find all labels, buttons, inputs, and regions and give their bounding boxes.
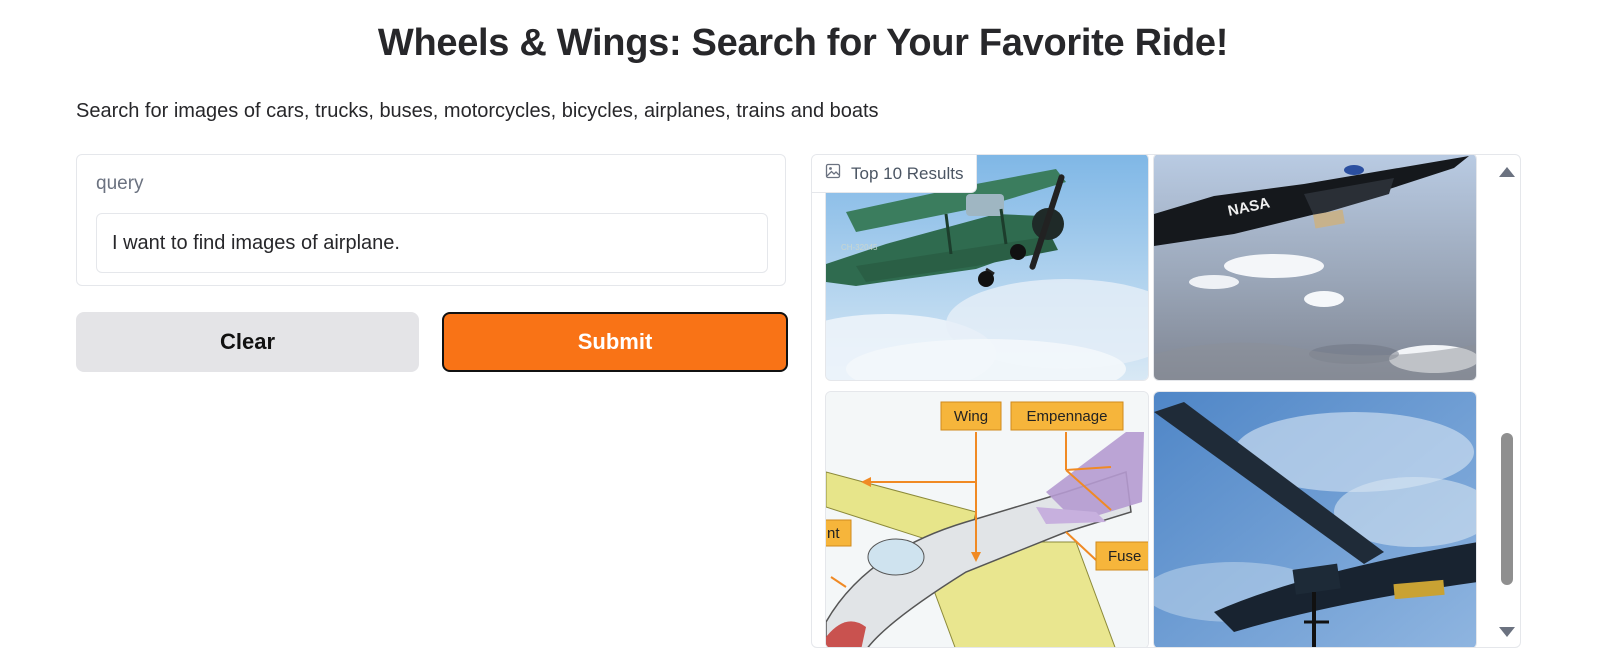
gallery-scrollbar[interactable] <box>1494 155 1520 647</box>
scroll-up-arrow-icon[interactable] <box>1499 167 1515 177</box>
gallery-label: Top 10 Results <box>812 155 978 193</box>
diagram-label-empennage: Empennage <box>1027 408 1108 425</box>
query-input[interactable] <box>96 213 768 273</box>
query-label: query <box>96 173 144 194</box>
gallery-image-drone[interactable] <box>1153 391 1477 647</box>
scroll-down-arrow-icon[interactable] <box>1499 627 1515 637</box>
gallery-label-text: Top 10 Results <box>851 163 964 183</box>
diagram-label-wing: Wing <box>954 408 988 425</box>
gallery-image-nasa-aircraft[interactable]: NASA <box>1153 155 1477 381</box>
page-subtitle: Search for images of cars, trucks, buses… <box>76 100 879 122</box>
diagram-label-fuse: Fuse <box>1108 548 1141 565</box>
results-gallery: Top 10 Results CH-32045 NASA Wing Empenn… <box>811 154 1521 648</box>
diagram-label-nt: nt <box>827 525 840 542</box>
page-title: Wheels & Wings: Search for Your Favorite… <box>377 22 1229 64</box>
image-icon <box>825 163 841 184</box>
gallery-image-airplane-diagram[interactable]: Wing Empennage Fuse nt <box>825 391 1149 647</box>
submit-button[interactable]: Submit <box>442 312 788 372</box>
gallery-grid: CH-32045 NASA Wing Empennage Fuse nt <box>825 155 1482 647</box>
clear-button[interactable]: Clear <box>76 312 419 372</box>
svg-text:CH-32045: CH-32045 <box>841 243 878 252</box>
scroll-thumb[interactable] <box>1501 433 1513 585</box>
query-panel: query <box>76 154 786 286</box>
